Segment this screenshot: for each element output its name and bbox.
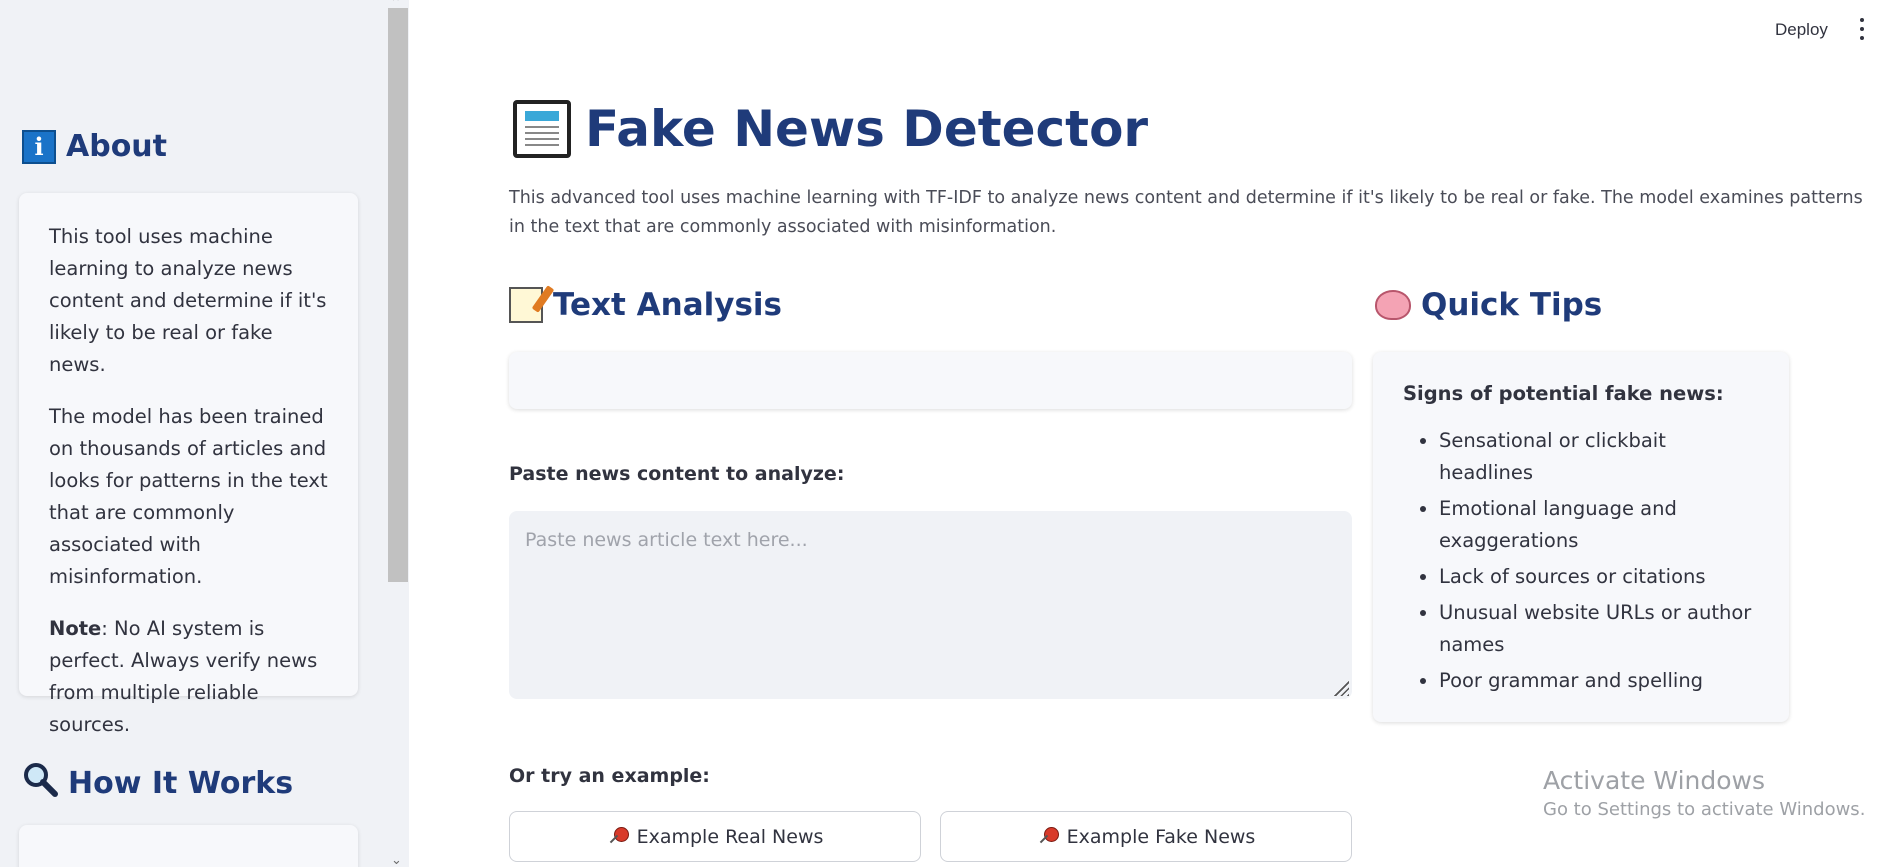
example-fake-label: Example Fake News <box>1066 825 1256 848</box>
page-title: Fake News Detector <box>513 100 1148 158</box>
about-paragraph-1: This tool uses machine learning to analy… <box>49 225 327 376</box>
activate-windows-watermark: Activate Windows Go to Settings to activ… <box>1543 766 1865 820</box>
tip-item: Lack of sources or citations <box>1439 561 1765 593</box>
info-icon: i <box>22 129 56 164</box>
quick-tips-title: Quick Tips <box>1421 287 1603 323</box>
tip-item: Poor grammar and spelling <box>1439 665 1765 697</box>
analysis-result-card <box>509 352 1352 409</box>
note-label: Note <box>49 617 102 640</box>
magnifier-icon <box>22 761 58 805</box>
newspaper-icon <box>513 100 571 158</box>
intro-text: This advanced tool uses machine learning… <box>509 188 1863 237</box>
kebab-menu-icon[interactable] <box>1858 18 1866 40</box>
about-note: Note: No AI system is perfect. Always ve… <box>49 613 334 741</box>
example-label: Or try an example: <box>509 765 710 787</box>
text-analysis-title: Text Analysis <box>553 287 783 323</box>
quick-tips-heading: Quick Tips <box>1375 287 1602 323</box>
about-card: This tool uses machine learning to analy… <box>19 193 358 736</box>
about-heading: i About <box>22 129 167 164</box>
how-it-works-heading: How It Works <box>22 761 293 805</box>
text-analysis-heading: Text Analysis <box>509 287 782 323</box>
example-fake-news-button[interactable]: Example Fake News <box>940 811 1352 862</box>
tip-item: Unusual website URLs or author names <box>1439 597 1765 661</box>
tips-heading: Signs of potential fake news: <box>1403 382 1724 405</box>
sidebar-scrollbar[interactable] <box>388 8 408 582</box>
tip-item: Emotional language and exaggerations <box>1439 493 1765 557</box>
main-content: Deploy Fake News Detector This advanced … <box>409 0 1882 867</box>
how-it-works-card <box>19 825 358 867</box>
brain-icon <box>1375 290 1411 320</box>
deploy-button[interactable]: Deploy <box>1775 20 1828 40</box>
how-it-works-title: How It Works <box>68 765 294 801</box>
example-real-label: Example Real News <box>636 825 824 848</box>
example-real-news-button[interactable]: Example Real News <box>509 811 921 862</box>
scroll-down-arrow-icon[interactable]: ⌄ <box>391 852 402 867</box>
tip-item: Sensational or clickbait headlines <box>1439 425 1765 489</box>
tips-list: Sensational or clickbait headlines Emoti… <box>1403 425 1765 697</box>
pushpin-icon <box>1037 826 1059 848</box>
watermark-line-2: Go to Settings to activate Windows. <box>1543 799 1866 820</box>
about-paragraph-2: The model has been trained on thousands … <box>49 405 328 588</box>
news-text-input[interactable]: Paste news article text here... <box>509 511 1352 699</box>
quick-tips-card: Signs of potential fake news: Sensationa… <box>1373 352 1789 722</box>
memo-icon <box>509 287 543 323</box>
sidebar: ⌃ ⌄ i About This tool uses machine learn… <box>0 0 409 867</box>
resize-handle-icon[interactable] <box>1333 680 1349 696</box>
about-title: About <box>66 129 168 164</box>
watermark-line-1: Activate Windows <box>1543 766 1765 795</box>
news-text-placeholder: Paste news article text here... <box>525 529 808 551</box>
input-label: Paste news content to analyze: <box>509 463 845 485</box>
pushpin-icon <box>607 826 629 848</box>
page-title-text: Fake News Detector <box>585 100 1149 158</box>
